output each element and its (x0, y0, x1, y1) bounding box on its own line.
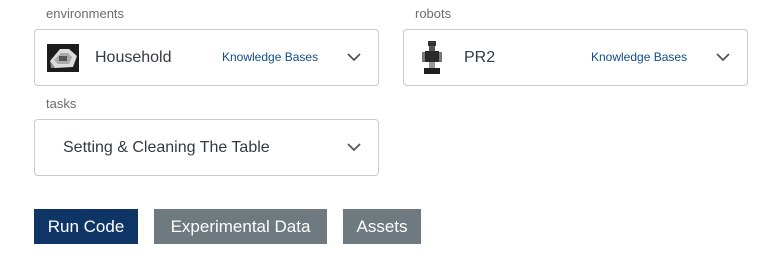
tasks-label: tasks (46, 96, 77, 111)
assets-button[interactable]: Assets (343, 209, 421, 244)
experimental-data-button[interactable]: Experimental Data (154, 209, 327, 244)
environments-select[interactable]: Household Knowledge Bases (34, 29, 379, 86)
pr2-robot-icon (416, 40, 448, 74)
household-scene-icon (47, 42, 79, 74)
chevron-down-icon[interactable] (346, 140, 362, 156)
robots-knowledge-bases-link[interactable]: Knowledge Bases (591, 50, 687, 64)
selection-panel: environments Household Knowledge Bases r… (0, 0, 766, 278)
tasks-select[interactable]: Setting & Cleaning The Table (34, 119, 379, 176)
robots-select[interactable]: PR2 Knowledge Bases (403, 29, 748, 86)
chevron-down-icon[interactable] (346, 50, 362, 66)
environments-knowledge-bases-link[interactable]: Knowledge Bases (222, 50, 318, 64)
run-code-button[interactable]: Run Code (34, 209, 138, 244)
tasks-value: Setting & Cleaning The Table (63, 138, 270, 156)
chevron-down-icon[interactable] (715, 50, 731, 66)
robots-label: robots (415, 6, 452, 21)
environments-value: Household (95, 48, 172, 66)
robots-value: PR2 (464, 48, 496, 66)
environments-label: environments (46, 6, 125, 21)
